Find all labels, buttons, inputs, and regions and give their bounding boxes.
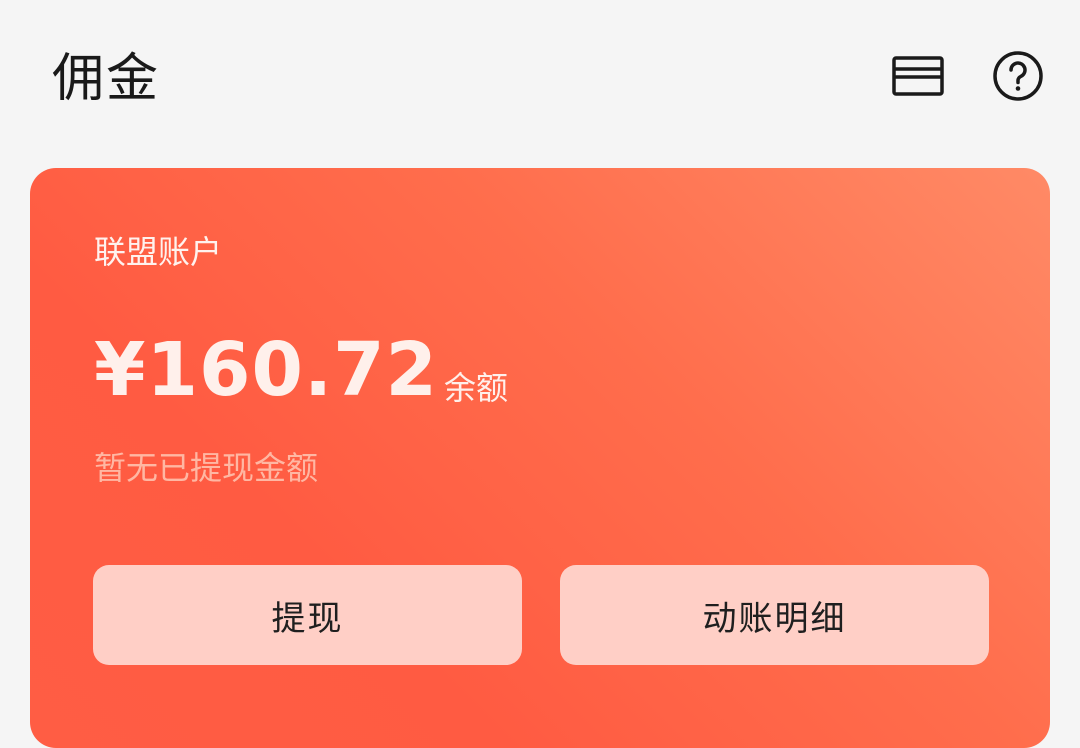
balance-unit-label: 余额 (444, 369, 509, 407)
help-icon (993, 51, 1043, 101)
balance-row: ¥160.72 余额 (94, 328, 508, 412)
page-header: 佣金 (0, 0, 1080, 150)
balance-amount: ¥160.72 (94, 327, 439, 413)
bank-card-icon (892, 56, 944, 96)
transaction-detail-button[interactable]: 动账明细 (560, 565, 989, 665)
account-label: 联盟账户 (94, 233, 223, 271)
withdraw-status-text: 暂无已提现金额 (94, 449, 319, 487)
bank-card-button[interactable] (890, 48, 946, 104)
page-title: 佣金 (52, 49, 161, 109)
alliance-account-card: 联盟账户 ¥160.72 余额 暂无已提现金额 提现 动账明细 (30, 168, 1050, 748)
help-button[interactable] (990, 48, 1046, 104)
withdraw-button[interactable]: 提现 (93, 565, 522, 665)
